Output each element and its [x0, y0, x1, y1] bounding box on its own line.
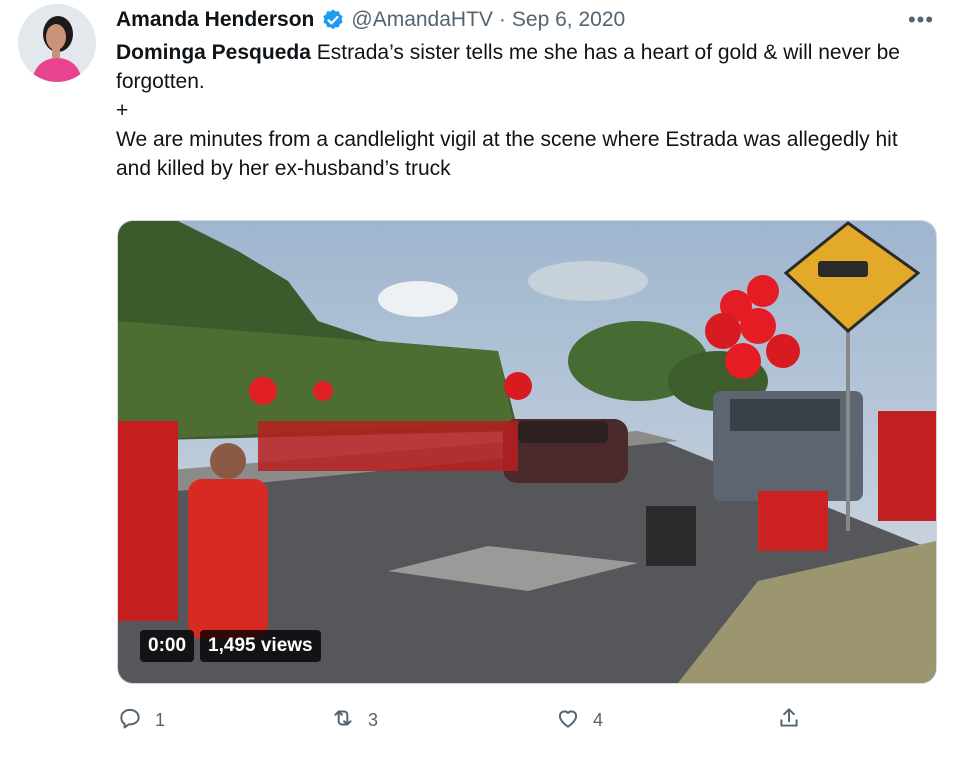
video-overlay: 0:00 1,495 views [140, 630, 321, 662]
tweet-date[interactable]: Sep 6, 2020 [512, 8, 625, 32]
video-thumbnail [118, 221, 936, 683]
like-count: 4 [593, 709, 604, 730]
avatar[interactable] [18, 4, 96, 82]
verified-badge-icon [321, 8, 345, 32]
avatar-image [18, 4, 96, 82]
author-handle[interactable]: @AmandaHTV [351, 8, 493, 32]
author-name[interactable]: Amanda Henderson [116, 8, 314, 32]
tweet-plus: + [116, 99, 129, 122]
video-player[interactable]: 0:00 1,495 views [117, 220, 937, 684]
reply-button[interactable]: 1 [117, 700, 165, 740]
tweet-header: Amanda Henderson @AmandaHTV · Sep 6, 202… [116, 6, 625, 34]
reply-icon [117, 705, 143, 736]
tweet-text: Dominga Pesqueda Estrada’s sister tells … [116, 38, 936, 183]
video-views: 1,495 views [200, 630, 321, 662]
like-button[interactable]: 4 [555, 700, 603, 740]
tweet-paragraph-1: Dominga Pesqueda Estrada’s sister tells … [116, 38, 936, 96]
video-time: 0:00 [140, 630, 195, 662]
tweet-paragraph-2: We are minutes from a candlelight vigil … [116, 128, 898, 180]
action-bar: 1 3 4 [0, 700, 960, 740]
more-icon[interactable]: ••• [906, 6, 936, 34]
retweet-button[interactable]: 3 [330, 700, 378, 740]
reply-count: 1 [155, 709, 166, 730]
share-button[interactable] [776, 700, 802, 740]
separator-dot: · [498, 8, 506, 31]
retweet-count: 3 [368, 709, 379, 730]
retweet-icon [330, 705, 356, 736]
like-icon [555, 705, 581, 736]
share-icon [776, 705, 802, 736]
mention-name: Dominga Pesqueda [116, 41, 311, 64]
